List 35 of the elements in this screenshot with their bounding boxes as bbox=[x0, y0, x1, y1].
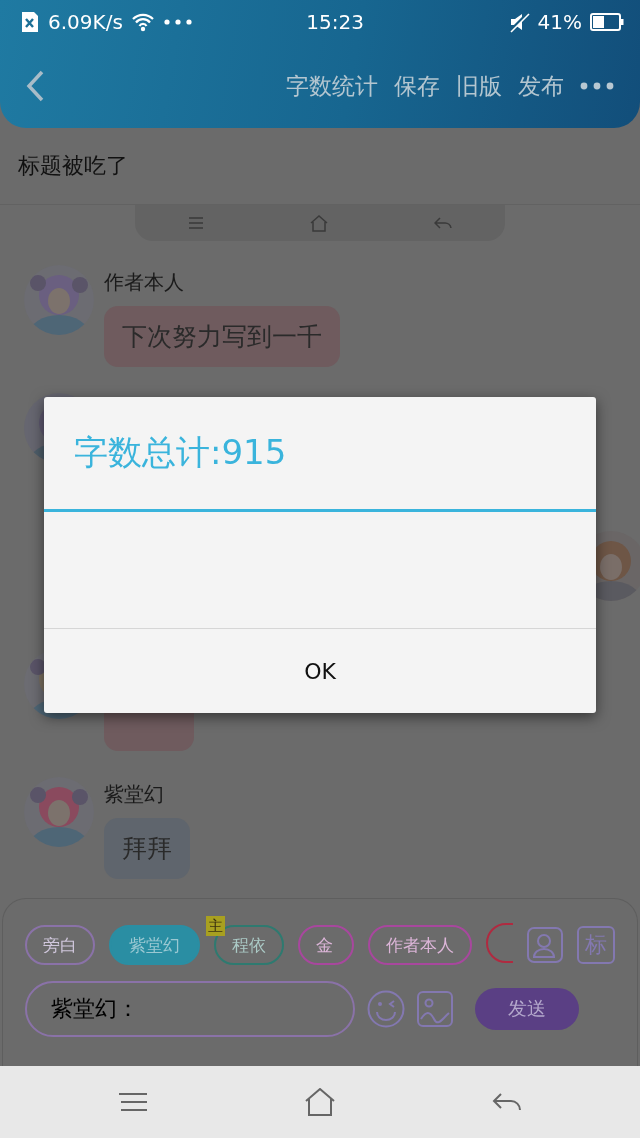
more-icon bbox=[162, 18, 193, 26]
character-chip[interactable]: 金 bbox=[298, 925, 354, 965]
ok-button[interactable]: OK bbox=[44, 629, 596, 713]
header-action[interactable]: 字数统计 bbox=[286, 70, 378, 102]
character-chip[interactable]: 旁白 bbox=[25, 925, 95, 965]
character-chip[interactable]: 作者本人 bbox=[368, 925, 472, 965]
character-chip[interactable]: 紫堂幻 bbox=[109, 925, 200, 965]
header-action[interactable]: 发布 bbox=[518, 70, 564, 102]
header-action[interactable]: 旧版 bbox=[456, 70, 502, 102]
sender-name: 紫堂幻 bbox=[104, 781, 164, 808]
sender-name: 作者本人 bbox=[104, 269, 184, 296]
clock: 15:23 bbox=[306, 10, 365, 34]
battery-icon bbox=[590, 12, 624, 32]
muted-speaker-icon bbox=[507, 11, 530, 33]
menu-icon[interactable] bbox=[118, 1092, 149, 1112]
battery-level: 41% bbox=[537, 10, 582, 34]
image-icon[interactable] bbox=[417, 991, 453, 1027]
home-icon[interactable] bbox=[305, 1088, 335, 1116]
back-icon[interactable] bbox=[434, 217, 452, 229]
network-speed: 6.09K/s bbox=[48, 10, 123, 34]
back-icon[interactable] bbox=[491, 1092, 522, 1112]
person-icon[interactable] bbox=[527, 927, 563, 963]
header-action[interactable]: 保存 bbox=[394, 70, 440, 102]
message-bubble: 拜拜 bbox=[104, 818, 190, 879]
send-button[interactable]: 发送 bbox=[475, 988, 579, 1030]
more-icon[interactable] bbox=[580, 82, 614, 90]
back-icon[interactable] bbox=[24, 69, 46, 103]
input-field[interactable]: 紫堂幻： bbox=[25, 981, 355, 1037]
role-badge: 主 bbox=[206, 916, 225, 936]
sim-error-icon bbox=[20, 10, 40, 34]
message-bubble: 下次努力写到一千 bbox=[104, 306, 340, 367]
emoji-icon[interactable] bbox=[367, 990, 405, 1028]
wifi-icon bbox=[130, 12, 155, 32]
home-icon[interactable] bbox=[310, 214, 328, 232]
dialog-title: 字数总计:915 bbox=[44, 397, 596, 512]
